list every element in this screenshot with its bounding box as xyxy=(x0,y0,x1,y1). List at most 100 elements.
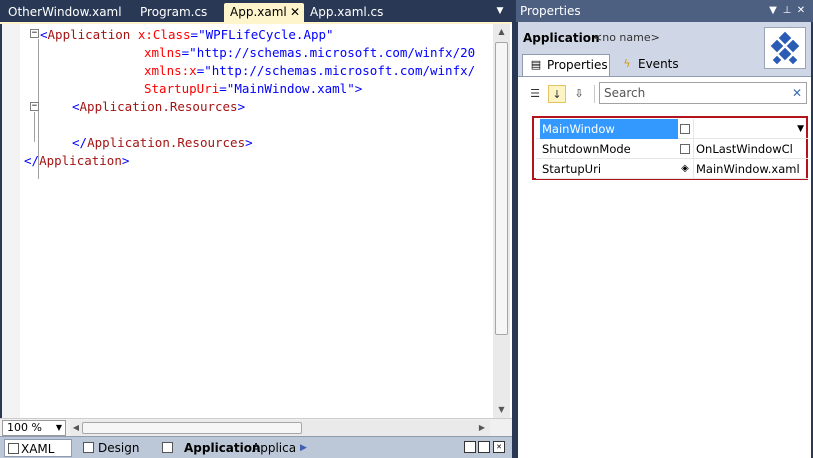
editor-status-row: 100 % ▼ ◀ ▶ xyxy=(0,418,512,436)
events-tab-label: Events xyxy=(638,57,679,71)
highlight-box: MainWindow ▼ ShutdownMode OnLastWindowCl… xyxy=(532,116,808,180)
tab-app-xaml[interactable]: App.xaml ✕ xyxy=(224,3,304,22)
code-line: <Application.Resources> xyxy=(72,98,245,116)
categorized-icon[interactable]: ☰ xyxy=(526,85,544,103)
sort-alphabetical-icon[interactable]: ↓ xyxy=(548,85,566,103)
code-token: < xyxy=(40,27,48,42)
lightning-icon: ϟ xyxy=(623,57,631,70)
scroll-down-icon[interactable]: ▼ xyxy=(493,402,510,418)
code-token: Application xyxy=(39,153,122,168)
zoom-select[interactable]: 100 % ▼ xyxy=(2,420,66,436)
collapse-pane-icon[interactable]: ✕ xyxy=(493,441,505,453)
window-menu-icon[interactable]: ▼ xyxy=(766,0,780,22)
column-divider xyxy=(693,119,694,139)
property-row-mainwindow[interactable]: MainWindow ▼ xyxy=(536,119,808,139)
code-token: </ xyxy=(24,153,40,168)
property-row-startupuri[interactable]: StartupUri ◈ MainWindow.xaml xyxy=(536,159,808,179)
tab-label: App.xaml xyxy=(230,5,287,19)
tab-properties[interactable]: ▤ Properties xyxy=(522,54,610,76)
chevron-down-icon[interactable]: ▼ xyxy=(797,119,804,139)
close-icon[interactable]: ✕ xyxy=(794,0,808,22)
tab-dropdown-icon[interactable]: ▼ xyxy=(493,4,507,18)
code-token: > xyxy=(121,153,130,168)
split-horizontal-icon[interactable] xyxy=(478,441,490,453)
code-token: " xyxy=(326,27,334,42)
property-marker-icon[interactable] xyxy=(680,124,690,134)
property-marker-icon[interactable] xyxy=(680,144,690,154)
code-token: > xyxy=(237,99,246,114)
code-token: =" xyxy=(181,45,197,60)
property-name: StartupUri xyxy=(542,162,602,176)
sort-by-source-icon[interactable]: ⇩ xyxy=(570,85,588,103)
close-tab-icon[interactable]: ✕ xyxy=(290,3,300,22)
property-row-shutdownmode[interactable]: ShutdownMode OnLastWindowCl xyxy=(536,139,808,159)
breadcrumb-next-icon[interactable]: ▶ xyxy=(300,439,307,457)
property-value[interactable]: OnLastWindowCl xyxy=(696,139,806,159)
breadcrumb-element[interactable]: Application xyxy=(184,439,261,457)
tab-otherwindow-xaml[interactable]: OtherWindow.xaml xyxy=(2,3,130,22)
object-name: <no name> xyxy=(593,31,660,44)
code-token: Application.Resources xyxy=(79,99,238,114)
properties-body: Application <no name> ▤ Properties ϟ Eve… xyxy=(518,22,811,458)
search-input[interactable]: Search ✕ xyxy=(599,82,807,104)
properties-title-bar: Properties ▼ ⊥ ✕ xyxy=(516,0,813,22)
code-line: xmlns="http://schemas.microsoft.com/winf… xyxy=(144,44,475,62)
property-name: ShutdownMode xyxy=(542,142,631,156)
tab-design[interactable]: Design xyxy=(80,439,150,457)
properties-icon: ▤ xyxy=(530,58,542,71)
scroll-left-icon[interactable]: ◀ xyxy=(70,420,82,436)
tab-program-cs[interactable]: Program.cs xyxy=(134,3,218,22)
code-token: StartupUri xyxy=(144,81,220,96)
code-line: </Application.Resources> xyxy=(72,134,253,152)
tab-app-xaml-cs[interactable]: App.xaml.cs xyxy=(304,3,392,22)
tab-label: Program.cs xyxy=(140,5,208,19)
column-divider xyxy=(693,159,694,179)
toolbar-divider xyxy=(594,85,595,103)
scroll-right-icon[interactable]: ▶ xyxy=(476,420,488,436)
xaml-view-icon xyxy=(8,443,19,454)
tab-xaml[interactable]: XAML xyxy=(4,439,72,457)
design-view-icon xyxy=(83,442,94,453)
logo-graphic xyxy=(769,30,801,66)
code-area[interactable]: − − <Application x:Class="WPFLifeCycle.A… xyxy=(0,24,512,418)
pin-icon[interactable]: ⊥ xyxy=(780,0,794,22)
code-line: StartupUri="MainWindow.xaml"> xyxy=(144,80,362,98)
chevron-down-icon: ▼ xyxy=(55,423,62,432)
collapse-icon[interactable]: − xyxy=(30,102,39,111)
code-token: Application xyxy=(47,27,131,42)
collapse-icon[interactable]: − xyxy=(30,29,39,38)
code-token: > xyxy=(245,135,253,150)
clear-search-icon[interactable]: ✕ xyxy=(792,83,802,103)
properties-title: Properties xyxy=(520,4,581,18)
resource-diamond-icon[interactable]: ◈ xyxy=(680,164,690,174)
document-tab-strip: OtherWindow.xaml Program.cs App.xaml ✕ A… xyxy=(0,0,512,22)
object-type: Application xyxy=(523,31,600,45)
tab-events[interactable]: ϟ Events xyxy=(614,54,684,76)
scroll-thumb[interactable] xyxy=(82,422,302,434)
property-value[interactable] xyxy=(696,119,806,139)
column-divider xyxy=(693,139,694,159)
tab-label: OtherWindow.xaml xyxy=(8,5,122,19)
split-vertical-icon[interactable] xyxy=(464,441,476,453)
code-token: xmlns xyxy=(144,45,182,60)
view-tab-label: Design xyxy=(98,441,140,455)
horizontal-scrollbar[interactable]: ◀ ▶ xyxy=(70,420,490,436)
code-token: "> xyxy=(347,81,363,96)
properties-window: Properties ▼ ⊥ ✕ Application <no name> ▤… xyxy=(516,0,813,458)
tab-label: App.xaml.cs xyxy=(310,5,384,19)
code-line: xmlns:x="http://schemas.microsoft.com/wi… xyxy=(144,62,475,80)
code-token: WPFLifeCycle.App xyxy=(205,27,327,42)
scroll-up-icon[interactable]: ▲ xyxy=(493,24,510,40)
view-tab-label: XAML xyxy=(21,442,55,456)
vertical-scrollbar[interactable]: ▲ ▼ xyxy=(493,24,510,418)
xaml-editor: OtherWindow.xaml Program.cs App.xaml ✕ A… xyxy=(0,0,512,458)
code-token: =" xyxy=(190,27,206,42)
property-value[interactable]: MainWindow.xaml xyxy=(696,159,806,179)
code-token: xmlns:x xyxy=(144,63,197,78)
document-outline-icon[interactable] xyxy=(162,442,173,453)
code-token: =" xyxy=(219,81,235,96)
code-token: MainWindow.xaml xyxy=(234,81,348,96)
code-line: </Application> xyxy=(24,152,129,170)
scroll-thumb[interactable] xyxy=(495,42,508,335)
view-switcher-bar: XAML Design Application Applica ▶ ✕ xyxy=(0,436,512,458)
